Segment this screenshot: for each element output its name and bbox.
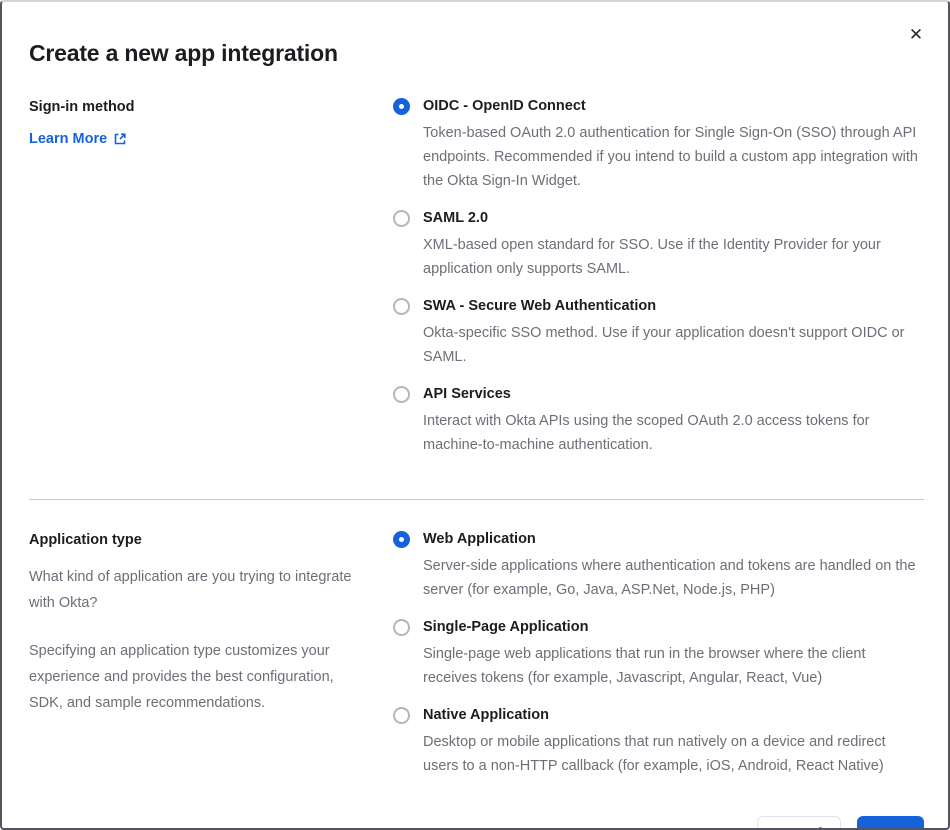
signin-method-label: Sign-in method	[29, 99, 135, 115]
learn-more-label: Learn More	[29, 131, 108, 147]
signin-method-left-col: Sign-in method Learn More	[29, 97, 393, 148]
option-oidc-description: Token-based OAuth 2.0 authentication for…	[423, 125, 918, 189]
external-link-icon	[113, 132, 127, 146]
option-single-page-application-label[interactable]: Single-Page Application	[423, 618, 922, 637]
option-saml-description: XML-based open standard for SSO. Use if …	[423, 237, 881, 277]
option-api-services[interactable]: API Services Interact with Okta APIs usi…	[393, 385, 922, 457]
application-type-left-col: Application type What kind of applicatio…	[29, 530, 393, 716]
application-type-label: Application type	[29, 532, 142, 548]
option-api-services-text: API Services Interact with Okta APIs usi…	[423, 385, 922, 457]
option-native-application[interactable]: Native Application Desktop or mobile app…	[393, 706, 922, 778]
learn-more-link[interactable]: Learn More	[29, 131, 127, 147]
option-oidc-label[interactable]: OIDC - OpenID Connect	[423, 97, 922, 116]
option-api-services-description: Interact with Okta APIs using the scoped…	[423, 413, 870, 453]
application-type-description-2: Specifying an application type customize…	[29, 643, 334, 711]
option-oidc-text: OIDC - OpenID Connect Token-based OAuth …	[423, 97, 922, 193]
option-web-application-description: Server-side applications where authentic…	[423, 558, 916, 598]
option-swa-description: Okta-specific SSO method. Use if your ap…	[423, 325, 905, 365]
option-oidc[interactable]: OIDC - OpenID Connect Token-based OAuth …	[393, 97, 922, 193]
option-web-application-text: Web Application Server-side applications…	[423, 530, 922, 602]
option-native-application-label[interactable]: Native Application	[423, 706, 922, 725]
next-button[interactable]: Next	[856, 816, 924, 828]
option-single-page-application-text: Single-Page Application Single-page web …	[423, 618, 922, 690]
create-app-integration-dialog: ✕ Create a new app integration Sign-in m…	[0, 0, 950, 830]
dialog-title: Create a new app integration	[29, 40, 338, 66]
cancel-button[interactable]: Cancel	[757, 816, 841, 828]
option-saml[interactable]: SAML 2.0 XML-based open standard for SSO…	[393, 209, 922, 281]
option-web-application[interactable]: Web Application Server-side applications…	[393, 530, 922, 602]
option-single-page-application-description: Single-page web applications that run in…	[423, 646, 866, 686]
dialog-footer: Cancel Next	[29, 816, 924, 828]
option-native-application-description: Desktop or mobile applications that run …	[423, 734, 886, 774]
option-swa-text: SWA - Secure Web Authentication Okta-spe…	[423, 297, 922, 369]
radio-saml[interactable]	[393, 210, 410, 227]
radio-swa[interactable]	[393, 298, 410, 315]
radio-single-page-application[interactable]	[393, 619, 410, 636]
option-swa-label[interactable]: SWA - Secure Web Authentication	[423, 297, 922, 316]
radio-oidc[interactable]	[393, 98, 410, 115]
radio-native-application[interactable]	[393, 707, 410, 724]
option-single-page-application[interactable]: Single-Page Application Single-page web …	[393, 618, 922, 690]
signin-method-options: OIDC - OpenID Connect Token-based OAuth …	[393, 97, 924, 457]
option-api-services-label[interactable]: API Services	[423, 385, 922, 404]
application-type-description-1: What kind of application are you trying …	[29, 569, 352, 611]
option-web-application-label[interactable]: Web Application	[423, 530, 922, 549]
close-icon[interactable]: ✕	[904, 22, 928, 46]
option-saml-label[interactable]: SAML 2.0	[423, 209, 922, 228]
option-saml-text: SAML 2.0 XML-based open standard for SSO…	[423, 209, 922, 281]
application-type-options: Web Application Server-side applications…	[393, 530, 924, 778]
radio-web-application[interactable]	[393, 531, 410, 548]
application-type-section: Application type What kind of applicatio…	[29, 530, 924, 778]
section-divider	[29, 499, 924, 500]
radio-api-services[interactable]	[393, 386, 410, 403]
signin-method-section: Sign-in method Learn More OIDC - OpenID …	[29, 97, 924, 457]
option-native-application-text: Native Application Desktop or mobile app…	[423, 706, 922, 778]
option-swa[interactable]: SWA - Secure Web Authentication Okta-spe…	[393, 297, 922, 369]
